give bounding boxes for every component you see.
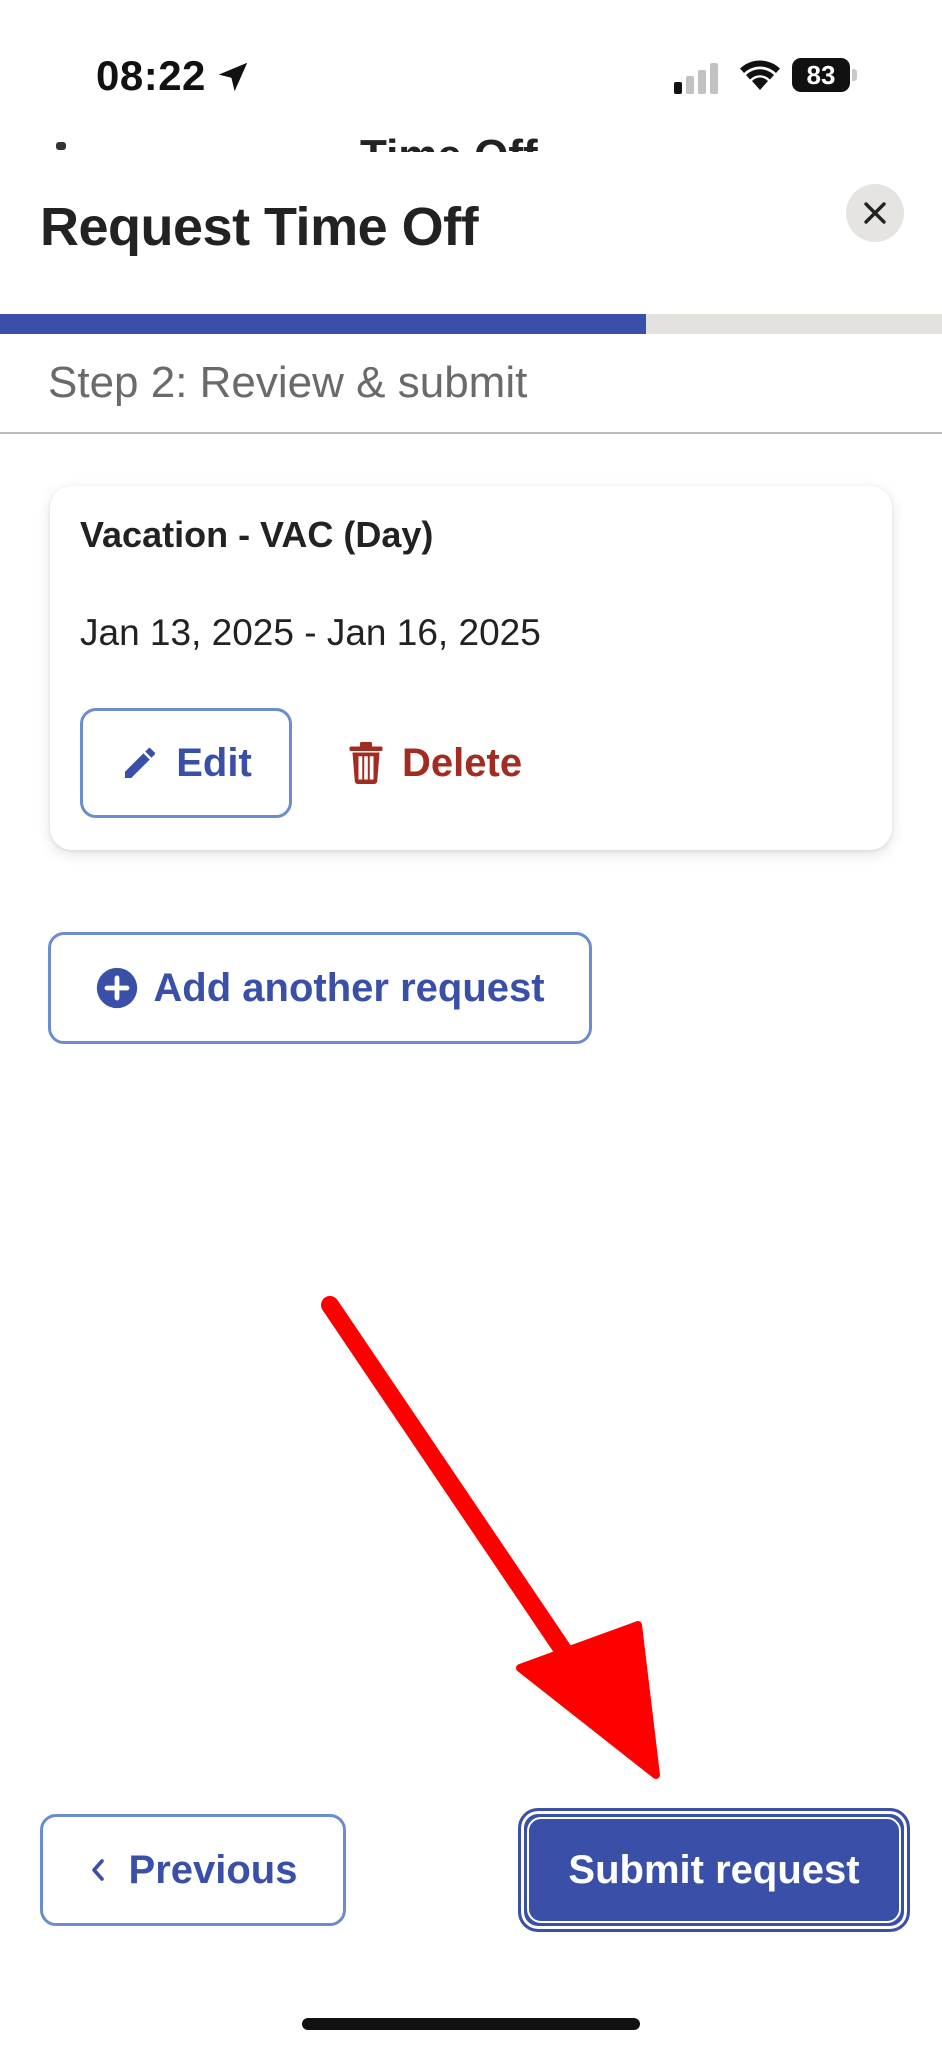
chevron-left-icon <box>91 1859 104 1881</box>
cellular-signal-icon <box>674 63 718 94</box>
edit-label: Edit <box>176 740 252 785</box>
battery-level: 83 <box>806 60 836 90</box>
wifi-icon <box>740 60 780 90</box>
close-button[interactable] <box>846 184 904 242</box>
pencil-icon <box>125 747 156 778</box>
submit-request-button[interactable]: Submit request <box>518 1808 910 1932</box>
background-page-peek: Time Off <box>0 130 942 152</box>
home-indicator <box>302 2018 640 2030</box>
request-dates: Jan 13, 2025 - Jan 16, 2025 <box>80 612 541 653</box>
battery-icon: 83 <box>792 58 860 94</box>
progress-bar <box>0 314 942 334</box>
previous-label: Previous <box>128 1847 298 1892</box>
delete-label: Delete <box>402 740 523 785</box>
close-icon <box>864 202 886 224</box>
step-label: Step 2: Review & submit <box>48 358 528 407</box>
background-page-title: Time Off <box>360 134 538 153</box>
request-type-label: Vacation - VAC (Day) <box>80 514 434 555</box>
trash-icon <box>349 742 383 784</box>
location-arrow-icon <box>218 62 248 92</box>
submit-request-label: Submit request <box>568 1847 860 1892</box>
progress-bar-fill <box>0 314 647 334</box>
add-another-request-button[interactable]: Add another request <box>48 932 592 1044</box>
previous-button[interactable]: Previous <box>40 1814 346 1926</box>
add-another-request-label: Add another request <box>153 965 545 1010</box>
divider <box>0 432 942 434</box>
page-title: Request Time Off <box>40 197 479 257</box>
delete-button[interactable]: Delete <box>348 708 522 818</box>
status-time: 08:22 <box>96 52 206 99</box>
plus-circle-icon <box>97 967 138 1009</box>
edit-button[interactable]: Edit <box>80 708 292 818</box>
